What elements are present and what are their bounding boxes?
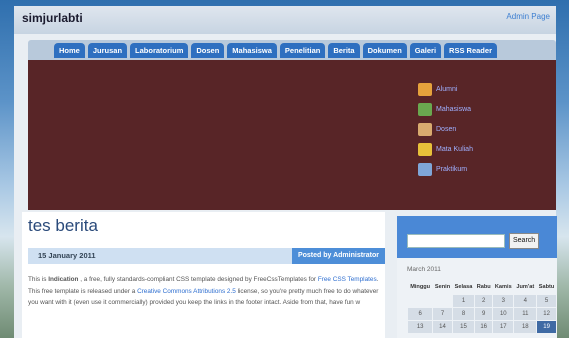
post-meta: 15 January 2011 Posted by Administrator (28, 248, 385, 264)
free-css-templates-link[interactable]: Free CSS Templates (318, 276, 377, 283)
nav-tab-penelitian[interactable]: Penelitian (279, 43, 326, 58)
calendar-day[interactable]: 8 (451, 307, 476, 321)
banner-item-label: Mahasiswa (436, 105, 472, 113)
nav-tab-rss-reader[interactable]: RSS Reader (444, 43, 497, 58)
main-nav: Home Jurusan Laboratorium Dosen Mahasiswa Pen… (28, 40, 556, 60)
calendar: Minggu Senin Selasa Rabu Kamis Jum'at Sabtu 12… (406, 280, 557, 334)
calendar-day[interactable]: 12 (536, 307, 557, 321)
lab-icon (418, 162, 432, 176)
calendar-day-header: Senin (434, 284, 451, 290)
banner-item-label: Mata Kuliah (436, 145, 473, 153)
calendar-day[interactable]: 6 (406, 307, 434, 321)
alumni-icon (418, 82, 432, 96)
search-box: Search (397, 216, 557, 258)
search-input[interactable] (407, 234, 505, 248)
calendar-day[interactable]: 10 (492, 307, 515, 321)
post-text: , a free, fully standards-compliant CSS … (78, 276, 318, 283)
banner-menu: Alumni Mahasiswa Dosen Mata Kuliah Praktikum (418, 80, 473, 180)
calendar-empty-cell (432, 294, 453, 308)
banner-item-label: Alumni (436, 85, 458, 93)
creative-commons-link[interactable]: Creative Commons Attributions 2.5 (137, 288, 236, 295)
nav-tab-home[interactable]: Home (54, 43, 85, 58)
calendar-day[interactable]: 5 (536, 294, 557, 308)
calendar-day[interactable]: 4 (513, 294, 538, 308)
site-title[interactable]: simjurlabti (22, 11, 83, 25)
calendar-week: 12345 (406, 294, 557, 308)
lecturer-icon (418, 122, 432, 136)
post-date: 15 January 2011 (38, 251, 96, 260)
calendar-week: 13 14 15 16 17 18 19 (406, 320, 557, 334)
course-icon (418, 142, 432, 156)
calendar-caption: March 2011 (407, 266, 441, 273)
calendar-day[interactable]: 2 (474, 294, 494, 308)
post-author: Posted by Administrator (291, 248, 385, 264)
calendar-day[interactable]: 13 (406, 320, 434, 334)
nav-tab-dosen[interactable]: Dosen (191, 43, 225, 58)
header-banner (28, 60, 556, 210)
banner-item-dosen[interactable]: Dosen (418, 120, 473, 138)
nav-tab-mahasiswa[interactable]: Mahasiswa (227, 43, 277, 58)
calendar-day-header: Rabu (476, 284, 491, 290)
nav-tab-dokumen[interactable]: Dokumen (362, 43, 407, 58)
calendar-day[interactable]: 7 (432, 307, 453, 321)
students-icon (418, 102, 432, 116)
calendar-day[interactable]: 19 (536, 320, 557, 334)
calendar-day[interactable]: 14 (432, 320, 453, 334)
calendar-day[interactable]: 1 (451, 294, 476, 308)
calendar-day[interactable]: 15 (451, 320, 476, 334)
nav-tab-berita[interactable]: Berita (328, 43, 360, 58)
admin-page-link[interactable]: Admin Page (506, 12, 550, 21)
banner-item-mata-kuliah[interactable]: Mata Kuliah (418, 140, 473, 158)
calendar-day[interactable]: 3 (492, 294, 515, 308)
calendar-day[interactable]: 17 (492, 320, 515, 334)
calendar-day[interactable]: 11 (513, 307, 538, 321)
calendar-day-header: Kamis (494, 284, 512, 290)
post-panel: tes berita 15 January 2011 Posted by Adm… (22, 212, 385, 338)
sidebar: Search March 2011 Minggu Senin Selasa Rabu K… (397, 216, 557, 338)
calendar-day[interactable]: 16 (474, 320, 494, 334)
post-text: This is (28, 276, 49, 283)
calendar-day-header: Sabtu (538, 284, 555, 290)
site-header: simjurlabti Admin Page (14, 6, 556, 34)
calendar-day-header: Jum'at (516, 284, 535, 290)
nav-tab-jurusan[interactable]: Jurusan (87, 43, 128, 58)
post-text-bold: Indication (48, 276, 79, 283)
calendar-week: 6 7 8 9 10 11 12 (406, 307, 557, 321)
calendar-day[interactable]: 18 (513, 320, 538, 334)
calendar-day[interactable]: 9 (474, 307, 494, 321)
calendar-day-header: Minggu (410, 284, 431, 290)
banner-item-label: Dosen (436, 125, 457, 133)
calendar-empty-cell (406, 294, 434, 308)
calendar-day-header: Selasa (454, 284, 473, 290)
banner-item-praktikum[interactable]: Praktikum (418, 160, 473, 178)
nav-tab-laboratorium[interactable]: Laboratorium (130, 43, 189, 58)
banner-item-label: Praktikum (436, 165, 468, 173)
post-body: This is Indication , a free, fully stand… (28, 274, 380, 309)
post-title[interactable]: tes berita (28, 216, 98, 236)
search-button[interactable]: Search (509, 233, 540, 249)
nav-tab-galeri[interactable]: Galeri (409, 43, 442, 58)
banner-item-mahasiswa[interactable]: Mahasiswa (418, 100, 473, 118)
banner-item-alumni[interactable]: Alumni (418, 80, 473, 98)
